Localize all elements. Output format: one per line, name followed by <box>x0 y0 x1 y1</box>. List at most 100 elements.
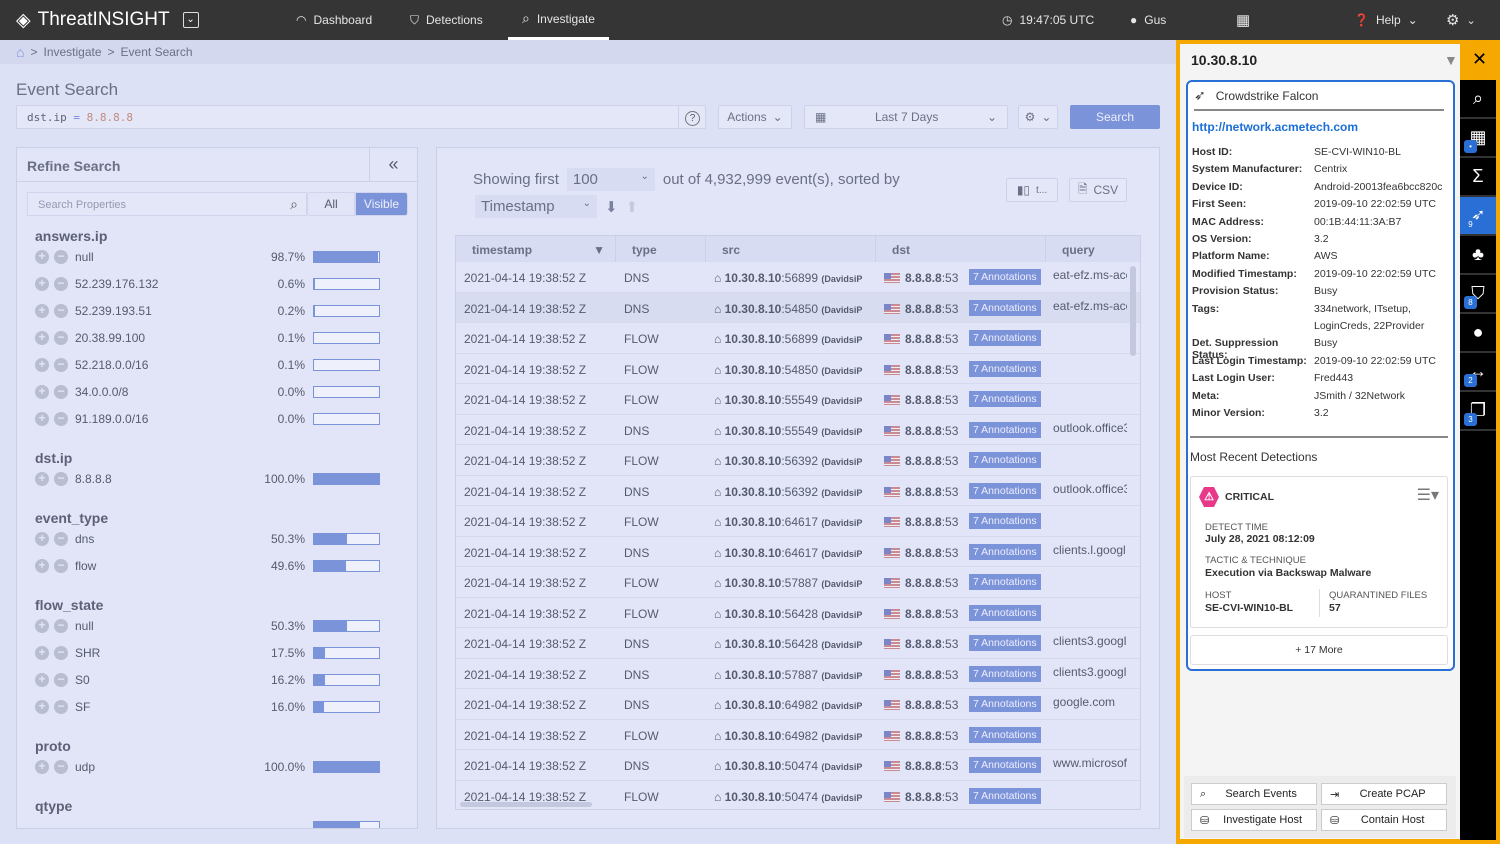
include-plus-icon[interactable]: + <box>35 673 49 687</box>
property-value[interactable]: flow <box>75 559 245 573</box>
annotations-badge[interactable]: 7 Annotations <box>969 696 1041 712</box>
include-plus-icon[interactable]: + <box>35 532 49 546</box>
query-help-button[interactable]: ? <box>678 105 706 129</box>
contain-host-button[interactable]: ⛁ Contain Host <box>1321 809 1447 831</box>
cell-src[interactable]: ⌂ 10.30.8.10:56428 (DavidsiP <box>714 607 874 621</box>
table-row[interactable]: 2021-04-14 19:38:52 Z FLOW ⌂ 10.30.8.10:… <box>456 354 1140 384</box>
exclude-minus-icon[interactable]: − <box>54 358 68 372</box>
network-tree-icon[interactable]: ♣ <box>1460 236 1496 275</box>
search-settings-button[interactable]: ⚙ ⌄ <box>1018 105 1058 129</box>
include-plus-icon[interactable]: + <box>35 250 49 264</box>
cell-dst[interactable]: 8.8.8.8:53 <box>884 424 958 438</box>
query-input[interactable]: dst.ip = 8.8.8.8 <box>16 105 706 129</box>
cell-src[interactable]: ⌂ 10.30.8.10:50474 (DavidsiP <box>714 790 874 804</box>
include-plus-icon[interactable]: + <box>35 358 49 372</box>
table-row[interactable]: 2021-04-14 19:38:52 Z FLOW ⌂ 10.30.8.10:… <box>456 384 1140 415</box>
date-range-select[interactable]: ▦ Last 7 Days ⌄ <box>804 105 1008 129</box>
exclude-minus-icon[interactable]: − <box>54 619 68 633</box>
code-arrows-icon[interactable]: ↔ 2 <box>1460 353 1496 392</box>
cell-dst[interactable]: 8.8.8.8:53 <box>884 790 958 804</box>
property-value[interactable]: SHR <box>75 646 245 660</box>
property-value[interactable]: 52.218.0.0/16 <box>75 358 245 372</box>
include-plus-icon[interactable]: + <box>35 331 49 345</box>
column-header-type[interactable]: type <box>616 236 706 262</box>
include-plus-icon[interactable]: + <box>35 559 49 573</box>
cell-dst[interactable]: 8.8.8.8:53 <box>884 271 958 285</box>
column-header-timestamp[interactable]: timestamp ▼ <box>456 236 616 262</box>
cell-dst[interactable]: 8.8.8.8:53 <box>884 668 958 682</box>
cell-dst[interactable]: 8.8.8.8:53 <box>884 546 958 560</box>
cell-dst[interactable]: 8.8.8.8:53 <box>884 515 958 529</box>
include-plus-icon[interactable]: + <box>35 412 49 426</box>
cell-src[interactable]: ⌂ 10.30.8.10:50474 (DavidsiP <box>714 759 874 773</box>
table-row[interactable]: 2021-04-14 19:38:52 Z DNS ⌂ 10.30.8.10:5… <box>456 659 1140 689</box>
sort-desc-icon[interactable]: ⬇ <box>605 198 618 216</box>
cell-src[interactable]: ⌂ 10.30.8.10:55549 (DavidsiP <box>714 424 874 438</box>
cell-dst[interactable]: 8.8.8.8:53 <box>884 454 958 468</box>
shield-icon[interactable]: ⛉ 8 <box>1460 275 1496 314</box>
table-row[interactable]: 2021-04-14 19:38:52 Z DNS ⌂ 10.30.8.10:5… <box>456 292 1140 323</box>
exclude-minus-icon[interactable]: − <box>54 559 68 573</box>
table-row[interactable]: 2021-04-14 19:38:52 Z FLOW ⌂ 10.30.8.10:… <box>456 506 1140 537</box>
cell-src[interactable]: ⌂ 10.30.8.10:64617 (DavidsiP <box>714 515 874 529</box>
exclude-minus-icon[interactable]: − <box>54 277 68 291</box>
annotations-badge[interactable]: 7 Annotations <box>969 604 1041 621</box>
annotations-badge[interactable]: 7 Annotations <box>969 269 1041 285</box>
app-switcher-icon[interactable]: ⌄ <box>182 12 199 28</box>
table-row[interactable]: 2021-04-14 19:38:52 Z DNS ⌂ 10.30.8.10:5… <box>456 750 1140 781</box>
property-value[interactable]: S0 <box>75 673 245 687</box>
annotations-badge[interactable]: 7 Annotations <box>969 665 1041 682</box>
detection-menu-icon[interactable]: ☰▾ <box>1417 485 1439 505</box>
cell-dst[interactable]: 8.8.8.8:53 <box>884 363 958 377</box>
search-icon[interactable]: ⌕ <box>1460 80 1496 119</box>
columns-button[interactable]: ▮▯ t... <box>1006 178 1058 202</box>
annotations-badge[interactable]: 7 Annotations <box>969 543 1041 560</box>
exclude-minus-icon[interactable]: − <box>54 385 68 399</box>
include-plus-icon[interactable]: + <box>35 277 49 291</box>
annotations-badge[interactable]: 7 Annotations <box>969 391 1041 407</box>
sort-asc-icon[interactable]: ⬆ <box>626 198 639 216</box>
exclude-minus-icon[interactable]: − <box>54 673 68 687</box>
table-row[interactable]: 2021-04-14 19:38:52 Z DNS ⌂ 10.30.8.10:5… <box>456 476 1140 506</box>
cell-dst[interactable]: 8.8.8.8:53 <box>884 485 958 499</box>
cell-dst[interactable]: 8.8.8.8:53 <box>884 729 958 743</box>
exclude-minus-icon[interactable]: − <box>54 331 68 345</box>
column-header-src[interactable]: src <box>706 236 876 262</box>
property-value[interactable]: null <box>75 250 245 264</box>
nav-detections[interactable]: ⛉ Detections <box>410 0 483 40</box>
cell-src[interactable]: ⌂ 10.30.8.10:56899 (DavidsiP <box>714 332 874 346</box>
sort-select[interactable]: Timestamp ⌄ <box>475 195 597 218</box>
cell-dst[interactable]: 8.8.8.8:53 <box>884 302 958 316</box>
table-row[interactable]: 2021-04-14 19:38:52 Z FLOW ⌂ 10.30.8.10:… <box>456 445 1140 476</box>
detection-card[interactable]: ⚠ CRITICAL ☰▾ DETECT TIME July 28, 2021 0… <box>1190 476 1448 628</box>
property-value[interactable]: 52.239.193.51 <box>75 304 245 318</box>
cell-src[interactable]: ⌂ 10.30.8.10:54850 (DavidsiP <box>714 363 874 377</box>
column-header-dst[interactable]: dst <box>876 236 1046 262</box>
include-plus-icon[interactable]: + <box>35 304 49 318</box>
cell-dst[interactable]: 8.8.8.8:53 <box>884 576 958 590</box>
toggle-all[interactable]: All <box>307 192 355 216</box>
property-value[interactable]: null <box>75 619 245 633</box>
cell-dst[interactable]: 8.8.8.8:53 <box>884 637 958 651</box>
cell-src[interactable]: ⌂ 10.30.8.10:56392 (DavidsiP <box>714 485 874 499</box>
include-plus-icon[interactable]: + <box>35 619 49 633</box>
property-value[interactable]: udp <box>75 760 245 774</box>
building-icon[interactable]: ▦ • <box>1460 119 1496 158</box>
table-row[interactable]: 2021-04-14 19:38:52 Z FLOW ⌂ 10.30.8.10:… <box>456 720 1140 750</box>
cell-src[interactable]: ⌂ 10.30.8.10:64982 (DavidsiP <box>714 698 874 712</box>
table-row[interactable]: 2021-04-14 19:38:52 Z FLOW ⌂ 10.30.8.10:… <box>456 567 1140 598</box>
building-icon[interactable]: ▦ <box>1236 0 1250 40</box>
toggle-visible[interactable]: Visible <box>355 192 408 216</box>
table-row[interactable]: 2021-04-14 19:38:52 Z DNS ⌂ 10.30.8.10:5… <box>456 262 1140 293</box>
include-plus-icon[interactable]: + <box>35 760 49 774</box>
vertical-scrollbar[interactable] <box>1130 266 1136 356</box>
close-icon[interactable]: ✕ <box>1472 49 1487 70</box>
property-value[interactable]: SF <box>75 700 245 714</box>
help-menu[interactable]: ❓ Help ⌄ <box>1354 0 1418 40</box>
table-row[interactable]: 2021-04-14 19:38:52 Z DNS ⌂ 10.30.8.10:6… <box>456 537 1140 567</box>
table-row[interactable]: 2021-04-14 19:38:52 Z FLOW ⌂ 10.30.8.10:… <box>456 598 1140 628</box>
cell-src[interactable]: ⌂ 10.30.8.10:64617 (DavidsiP <box>714 546 874 560</box>
property-value[interactable]: 20.38.99.100 <box>75 331 245 345</box>
exclude-minus-icon[interactable]: − <box>54 304 68 318</box>
csv-export-button[interactable]: 🗎 CSV <box>1069 178 1127 202</box>
